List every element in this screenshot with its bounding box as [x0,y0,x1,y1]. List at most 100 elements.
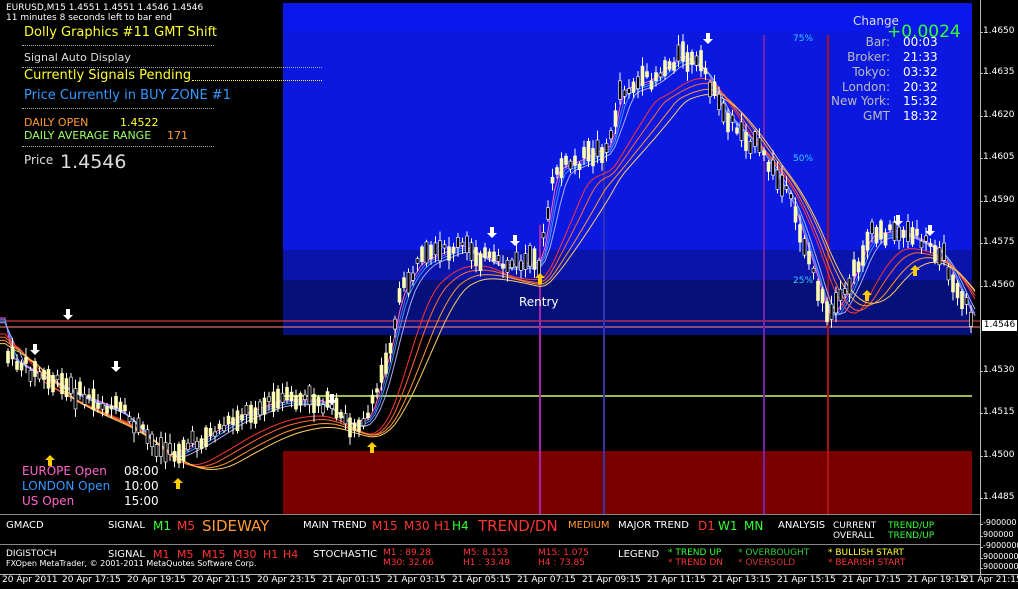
sell-arrow-icon [30,344,40,355]
candle-body [280,392,285,403]
candle-body [690,51,694,65]
candle-body [411,272,415,281]
candle-body [442,244,447,249]
candle-body [483,247,487,258]
candle-body [46,369,51,389]
gmacd-m30: M30 [404,519,430,533]
price-axis[interactable]: 1.4650 1.4635 1.4620 1.4605 1.4590 1.457… [979,0,1018,574]
candle-body [658,72,663,78]
candle-body [96,402,100,409]
candle-body [249,404,253,423]
price-tick: 1.4560 [980,280,1015,290]
time-tick: 21 Apr 07:15 [517,575,576,585]
candle-body [235,410,240,432]
candle-body [118,401,123,412]
legend-bearish-start: * BEARISH START [828,558,906,568]
candle-body [199,438,204,450]
candle-body [901,229,906,238]
candle-body [784,185,789,190]
price-tick: 1.4635 [980,67,1015,77]
candle-body [352,422,357,431]
sell-arrow-icon [63,309,73,320]
price-tick: 1.4605 [980,152,1015,162]
price-tick: 1.4485 [980,492,1015,502]
candle-body [609,130,613,140]
candle-body [775,169,780,190]
london-open-label: LONDON Open [22,479,111,493]
candle-body [177,443,181,464]
candle-body [924,235,928,242]
stoch-value-h4: H4 : 73.85 [538,558,586,568]
candle-body [415,258,420,264]
candle-body [294,395,298,410]
main-chart[interactable]: 75% 50% 25% Rentry EURUSD,M15 1.4551 1.4… [0,0,980,514]
europe-open-time: 08:00 [124,464,159,478]
gmacd-main-trend-label: MAIN TREND [303,520,367,531]
candle-body [586,141,591,162]
candle-body [217,423,222,430]
candle-body [429,244,433,260]
us-open-label: US Open [22,494,75,508]
sell-arrow-icon [111,361,121,372]
clock-tokyo-label: Tokyo: [852,65,890,79]
candle-body [816,280,820,301]
price-tick: 1.4620 [980,110,1015,120]
candle-body [172,450,177,462]
candle-body [213,431,217,437]
candle-body [721,102,726,123]
time-tick: 21 Apr 05:15 [452,575,511,585]
candle-body [447,246,451,261]
stoch-tf-m1: M1 [153,548,170,561]
candle-body [798,224,802,243]
digistoch-panel[interactable]: DIGISTOCH FXOpen MetaTrader, © 2001-2011… [0,544,980,575]
candle-body [861,245,865,266]
price-tick: 1.4515 [980,407,1015,417]
candle-body [321,404,325,414]
divider [22,108,214,109]
candle-body [946,266,951,281]
clock-gmt-value: 18:32 [903,109,938,123]
adr-label: DAILY AVERAGE RANGE [24,129,152,142]
candle-body [510,259,514,268]
candle-body [532,248,537,270]
time-axis[interactable]: 20 Apr 2011 20 Apr 17:15 20 Apr 19:15 20… [0,574,1018,589]
candle-body [528,245,532,267]
candle-body [15,361,19,370]
digistoch-axis-value: 9000000 [980,562,1018,571]
time-tick: 20 Apr 21:15 [192,575,251,585]
symbol-header: EURUSD,M15 1.4551 1.4551 1.4546 1.4546 [6,3,204,13]
divider [192,80,322,81]
stoch-value-m15: M15: 1.075 [538,548,589,558]
gmacd-overall-value: TREND/UP [888,531,935,541]
gmacd-panel[interactable]: GMACD SIGNAL M1 M5 SIDEWAY MAIN TREND M1… [0,514,980,545]
candle-body [577,163,582,170]
candle-body [838,288,843,301]
candle-body [384,352,388,374]
time-tick: 20 Apr 17:15 [62,575,121,585]
candle-body [501,263,505,269]
time-tick: 20 Apr 2011 [2,575,58,585]
candle-body [892,221,897,241]
legend-trend-dn: * TREND DN [668,558,723,568]
clock-gmt-label: GMT [863,109,890,123]
candle-body [388,342,393,354]
zone-50-label: 50% [793,154,813,164]
gmacd-current-value: TREND/UP [888,521,935,531]
candle-body [834,292,838,314]
gmacd-signal-label: SIGNAL [108,520,145,531]
candle-body [339,411,343,419]
candle-body [406,272,411,294]
gmacd-trend-state: TREND/DN [478,517,558,535]
time-tick: 21 Apr 13:15 [712,575,771,585]
candle-body [852,259,856,277]
daily-open-label: DAILY OPEN [24,116,89,129]
candle-body [514,251,519,268]
candle-body [879,220,883,240]
clock-bar-label: Bar: [865,35,890,49]
candle-body [654,72,658,82]
candle-body [267,396,271,402]
price-value: 1.4546 [60,151,127,173]
candle-body [829,303,834,320]
candle-body [325,391,330,408]
gmacd-axis-value: -900000 [979,518,1017,527]
